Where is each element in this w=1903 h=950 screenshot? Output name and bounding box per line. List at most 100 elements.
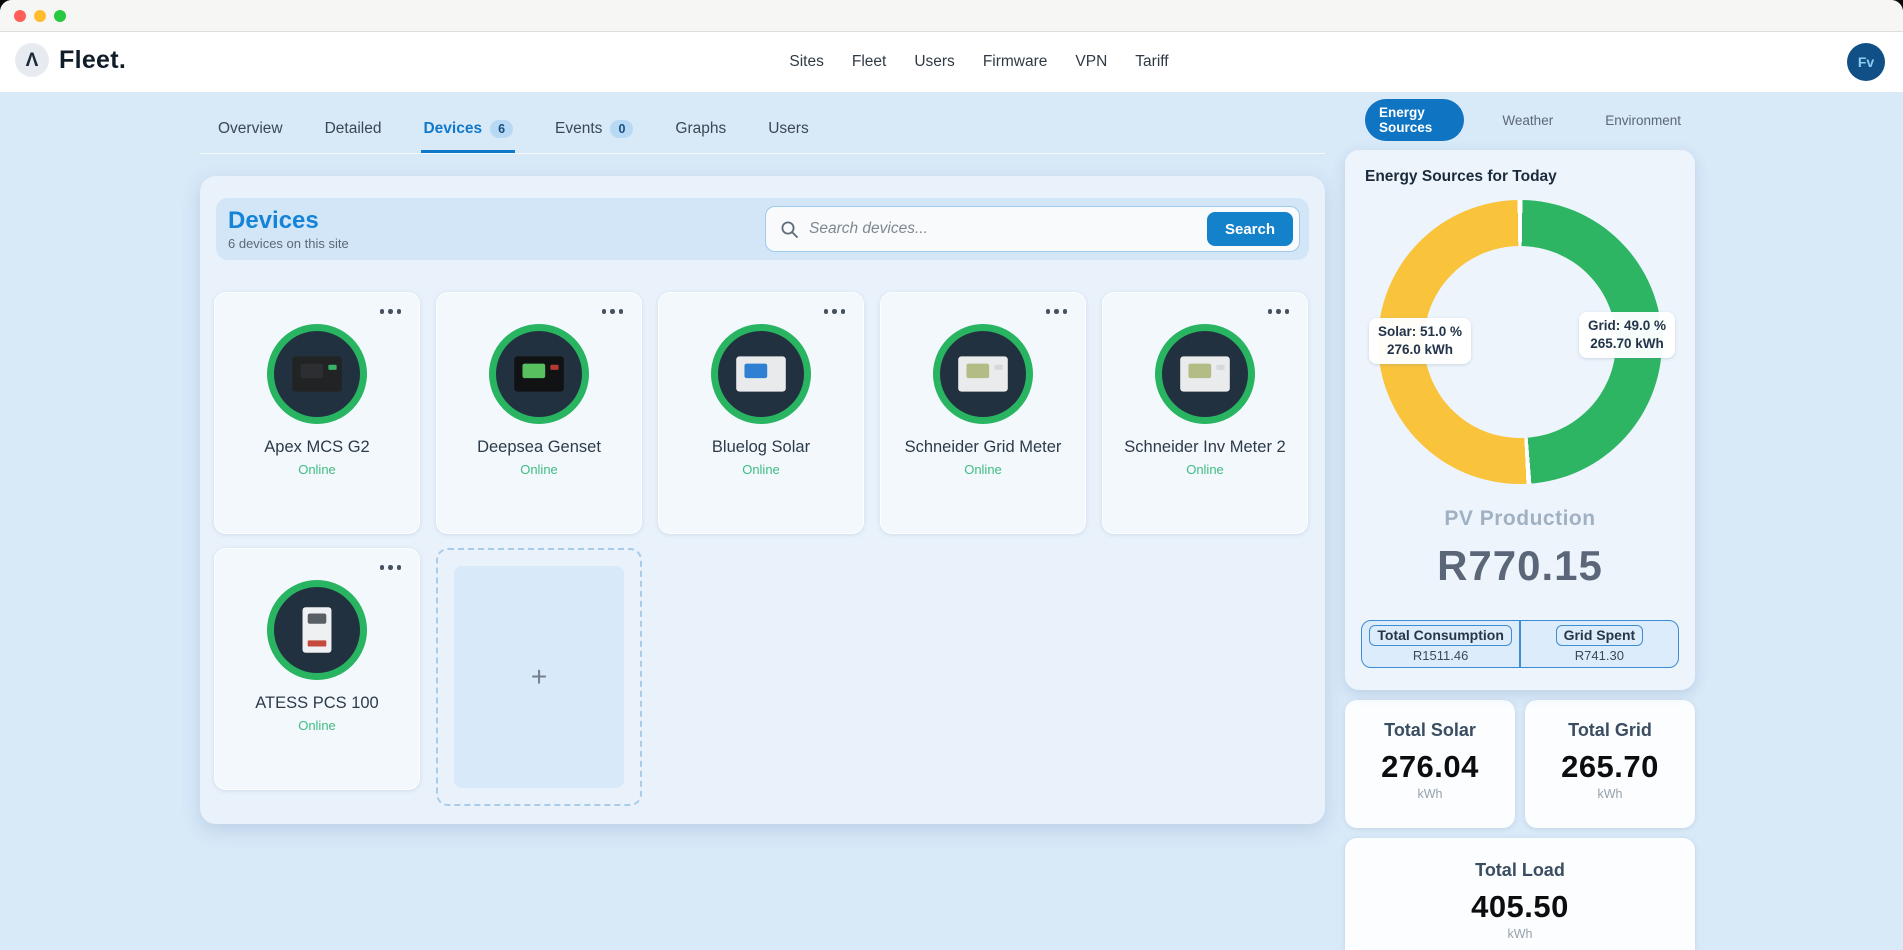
total-consumption-label: Total Consumption: [1369, 625, 1512, 646]
device-card[interactable]: Schneider Grid Meter Online: [880, 292, 1086, 534]
device-image: [933, 324, 1033, 424]
devices-panel-header: Devices 6 devices on this site Search: [216, 198, 1309, 260]
stat-card-total-load: Total Load 405.50 kWh: [1345, 838, 1695, 950]
device-card-grid: Apex MCS G2 Online Deepsea Genset Online…: [214, 292, 1326, 806]
solar-slice-label: Solar: 51.0 % 276.0 kWh: [1369, 318, 1471, 364]
device-menu-button[interactable]: [1046, 309, 1068, 314]
device-image: [1155, 324, 1255, 424]
tab-overview[interactable]: Overview: [216, 108, 285, 153]
device-status: Online: [742, 462, 780, 477]
page-content: Overview Detailed Devices 6 Events 0 Gra…: [0, 92, 1903, 950]
tab-badge: 0: [610, 120, 633, 139]
app-header: Λ Fleet. Sites Fleet Users Firmware VPN Tarif…: [0, 32, 1903, 92]
device-name: ATESS PCS 100: [255, 694, 379, 713]
add-device-tile[interactable]: +: [436, 548, 642, 806]
device-name: Bluelog Solar: [712, 438, 810, 457]
nav-item-sites[interactable]: Sites: [789, 53, 823, 71]
device-photo-icon: [730, 349, 792, 399]
grid-slice-label: Grid: 49.0 % 265.70 kWh: [1579, 312, 1675, 358]
stats-row: Total Solar 276.04 kWh Total Grid 265.70…: [1345, 700, 1695, 828]
device-card[interactable]: ATESS PCS 100 Online: [214, 548, 420, 790]
device-menu-button[interactable]: [602, 309, 624, 314]
device-name: Apex MCS G2: [264, 438, 369, 457]
tab-events[interactable]: Events 0: [553, 108, 635, 153]
grid-spent-cell: Grid Spent R741.30: [1521, 621, 1678, 667]
device-search: Search: [765, 206, 1300, 252]
device-name: Deepsea Genset: [477, 438, 601, 457]
search-icon: [780, 220, 799, 239]
pv-production-value: R770.15: [1345, 542, 1695, 590]
device-card[interactable]: Apex MCS G2 Online: [214, 292, 420, 534]
sidebar-tab-bar: Energy SourcesWeatherEnvironment: [1345, 106, 1695, 134]
top-nav: Sites Fleet Users Firmware VPN Tariff: [789, 32, 1168, 92]
nav-item-fleet[interactable]: Fleet: [852, 53, 886, 71]
stat-unit: kWh: [1525, 787, 1695, 801]
stat-card-total-grid: Total Grid 265.70 kWh: [1525, 700, 1695, 828]
nav-item-users[interactable]: Users: [914, 53, 954, 71]
brand-name: Fleet.: [59, 46, 126, 75]
fleet-logo-icon: Λ: [15, 43, 49, 77]
total-consumption-value: R1511.46: [1413, 648, 1468, 663]
device-image: [711, 324, 811, 424]
energy-donut-wrap: Solar: 51.0 % 276.0 kWh Grid: 49.0 % 265…: [1345, 200, 1695, 484]
app-window: Λ Fleet. Sites Fleet Users Firmware VPN Tarif…: [0, 0, 1903, 950]
device-status: Online: [964, 462, 1002, 477]
sidebar-tab-environment[interactable]: Environment: [1591, 107, 1695, 134]
device-status: Online: [298, 462, 336, 477]
device-name: Schneider Grid Meter: [905, 438, 1062, 457]
tab-graphs[interactable]: Graphs: [673, 108, 728, 153]
right-sidebar: Energy SourcesWeatherEnvironment Energy …: [1345, 106, 1695, 950]
brand: Λ Fleet.: [15, 43, 126, 77]
nav-item-firmware[interactable]: Firmware: [983, 53, 1048, 71]
device-name: Schneider Inv Meter 2: [1124, 438, 1285, 457]
device-image: [267, 580, 367, 680]
user-avatar[interactable]: Fv: [1847, 43, 1885, 81]
device-menu-button[interactable]: [824, 309, 846, 314]
tab-users[interactable]: Users: [766, 108, 810, 153]
total-load-slot: Total Load 405.50 kWh: [1345, 838, 1695, 950]
site-tab-bar: Overview Detailed Devices 6 Events 0 Gra…: [200, 108, 1325, 154]
consumption-summary: Total Consumption R1511.46 Grid Spent R7…: [1361, 620, 1679, 668]
search-input[interactable]: [799, 220, 1207, 238]
device-photo-icon: [508, 349, 570, 399]
pv-production-label: PV Production: [1345, 507, 1695, 531]
nav-item-vpn[interactable]: VPN: [1075, 53, 1107, 71]
search-button[interactable]: Search: [1207, 212, 1293, 246]
device-photo-icon: [286, 605, 348, 655]
devices-subtitle: 6 devices on this site: [228, 236, 349, 251]
stat-title: Total Load: [1345, 860, 1695, 881]
device-card[interactable]: Deepsea Genset Online: [436, 292, 642, 534]
energy-card-title: Energy Sources for Today: [1345, 150, 1695, 186]
close-window-button[interactable]: [14, 10, 26, 22]
device-photo-icon: [1174, 349, 1236, 399]
titlebar: [0, 0, 1903, 32]
stat-title: Total Grid: [1525, 720, 1695, 741]
minimize-window-button[interactable]: [34, 10, 46, 22]
device-photo-icon: [952, 349, 1014, 399]
stat-card-total-solar: Total Solar 276.04 kWh: [1345, 700, 1515, 828]
device-card[interactable]: Schneider Inv Meter 2 Online: [1102, 292, 1308, 534]
device-menu-button[interactable]: [1268, 309, 1290, 314]
tab-detailed[interactable]: Detailed: [323, 108, 384, 153]
energy-sources-card: Energy Sources for Today Solar: 51.0 % 2…: [1345, 150, 1695, 690]
plus-icon: +: [531, 663, 547, 691]
device-status: Online: [520, 462, 558, 477]
device-status: Online: [298, 718, 336, 733]
device-card[interactable]: Bluelog Solar Online: [658, 292, 864, 534]
nav-item-tariff[interactable]: Tariff: [1135, 53, 1168, 71]
tab-devices[interactable]: Devices 6: [421, 108, 515, 153]
stat-title: Total Solar: [1345, 720, 1515, 741]
stat-value: 405.50: [1345, 889, 1695, 925]
stat-unit: kWh: [1345, 787, 1515, 801]
sidebar-tab-weather[interactable]: Weather: [1488, 107, 1567, 134]
device-menu-button[interactable]: [380, 309, 402, 314]
device-image: [267, 324, 367, 424]
zoom-window-button[interactable]: [54, 10, 66, 22]
device-status: Online: [1186, 462, 1224, 477]
tab-badge: 6: [490, 120, 513, 139]
grid-spent-label: Grid Spent: [1556, 625, 1644, 646]
stat-unit: kWh: [1345, 927, 1695, 941]
total-consumption-cell: Total Consumption R1511.46: [1362, 621, 1519, 667]
sidebar-tab-energy-sources[interactable]: Energy Sources: [1365, 99, 1464, 141]
device-menu-button[interactable]: [380, 565, 402, 570]
